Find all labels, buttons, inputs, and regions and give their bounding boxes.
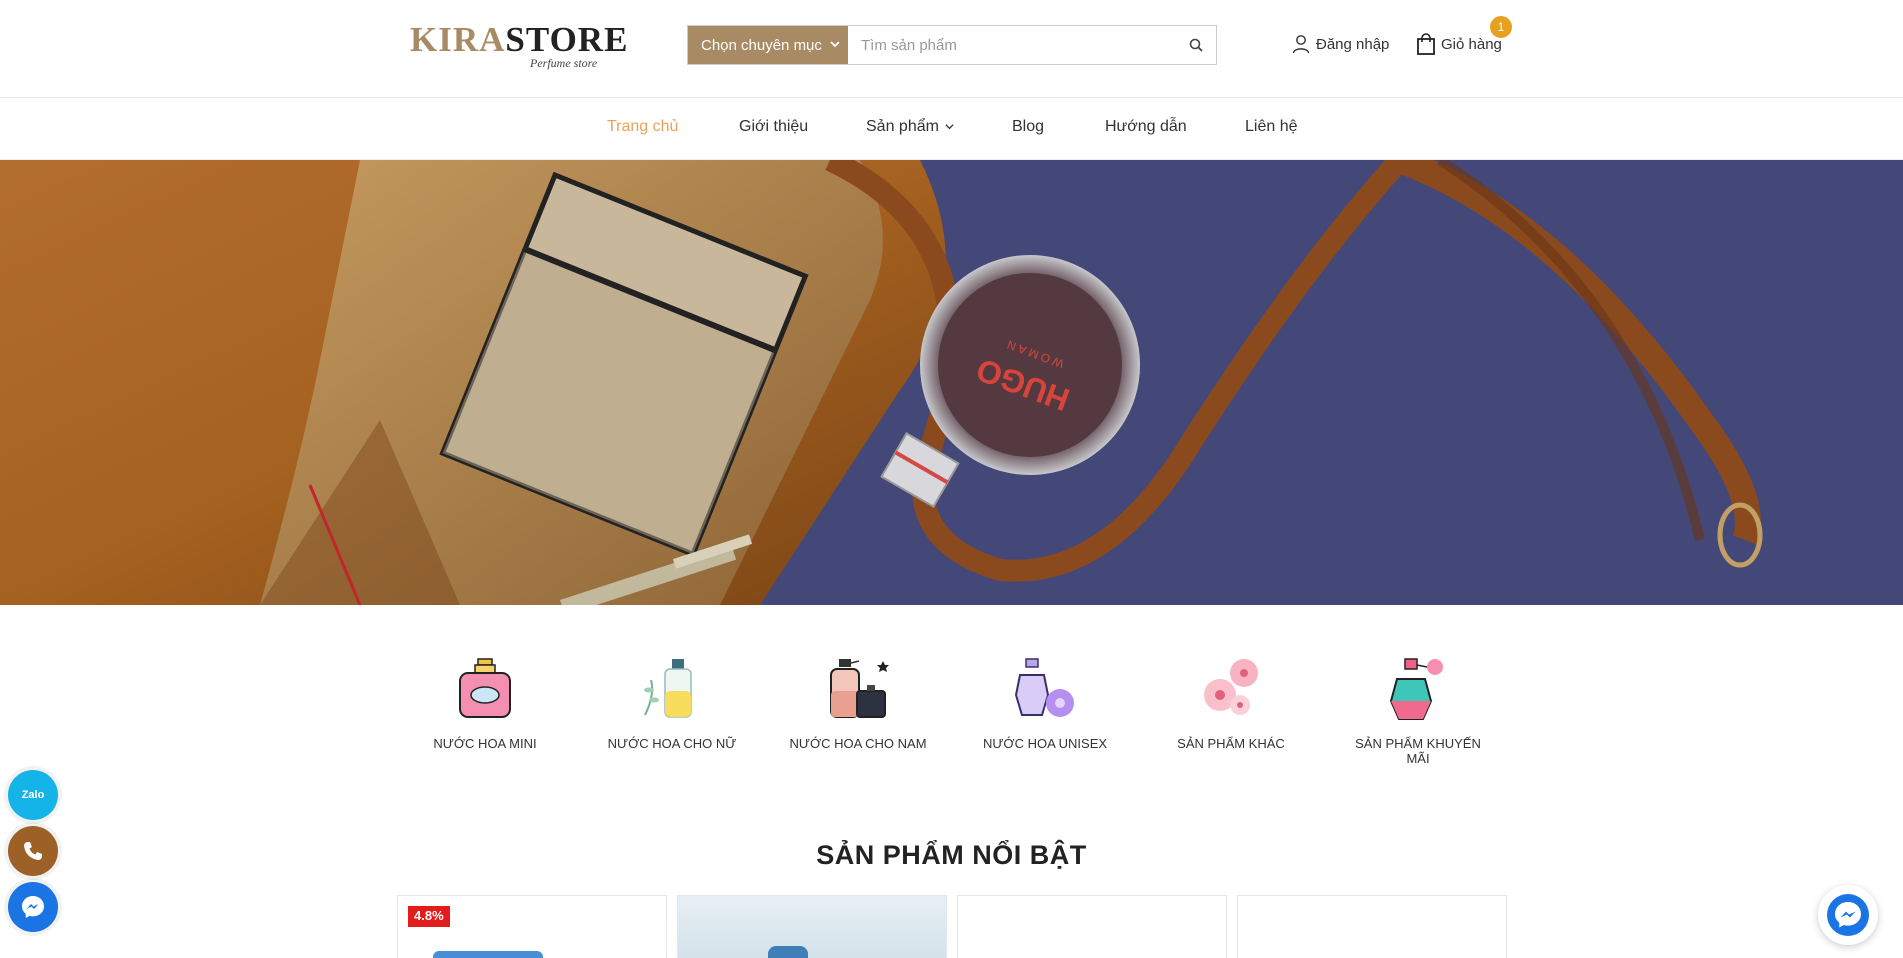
product-card[interactable]: 4.8% (397, 895, 667, 958)
search-input[interactable] (848, 26, 1176, 64)
login-label: Đăng nhập (1316, 35, 1390, 53)
shopping-bag-icon (1417, 33, 1435, 55)
chevron-down-icon (830, 41, 840, 48)
chat-widget-button[interactable] (1818, 885, 1878, 945)
search-icon (1189, 38, 1203, 52)
category-label: Sản phẩm khuyến mãi (1355, 736, 1481, 766)
search-button[interactable] (1176, 26, 1216, 64)
product-card[interactable] (957, 895, 1227, 958)
cart-count-badge: 1 (1490, 16, 1512, 38)
product-card[interactable] (1237, 895, 1507, 958)
phone-icon (24, 842, 42, 860)
category-label: Nước hoa unisex (982, 736, 1108, 751)
main-nav: Trang chủ Giới thiệu Sản phẩm Blog Hướng… (0, 100, 1903, 160)
category-unisex[interactable]: Nước hoa unisex (970, 655, 1120, 751)
category-label: Nước hoa cho nam (789, 736, 927, 751)
sale-badge: 4.8% (408, 906, 450, 927)
product-image-detail (768, 946, 808, 958)
nav-item-about[interactable]: Giới thiệu (739, 118, 808, 136)
login-link[interactable]: Đăng nhập (1291, 34, 1389, 54)
product-card[interactable] (677, 895, 947, 958)
featured-section-title: SẢN PHẨM NỔI BẬT (816, 840, 1087, 870)
nav-item-guide[interactable]: Hướng dẫn (1105, 118, 1187, 136)
user-icon (1292, 35, 1310, 54)
chevron-down-icon (945, 124, 954, 130)
cart-link[interactable]: Giỏ hàng (1416, 33, 1502, 55)
cart-label: Giỏ hàng (1441, 35, 1502, 53)
category-label: Nước hoa mini (433, 736, 537, 751)
category-select-label: Chọn chuyên mục (701, 36, 822, 54)
messenger-icon (22, 896, 44, 918)
category-women[interactable]: Nước hoa cho nữ (597, 655, 747, 751)
category-label: Nước hoa cho nữ (607, 736, 737, 751)
category-promo[interactable]: Sản phẩm khuyến mãi (1343, 655, 1493, 766)
zalo-label: Zalo (21, 789, 45, 801)
perfume-women-icon (644, 659, 692, 718)
category-men[interactable]: Nước hoa cho nam (783, 655, 933, 751)
messenger-button[interactable] (8, 882, 58, 932)
product-image (678, 896, 946, 958)
phone-button[interactable] (8, 826, 58, 876)
category-select[interactable]: Chọn chuyên mục (688, 26, 848, 64)
perfume-unisex-icon (1014, 658, 1074, 717)
store-logo[interactable]: KIRASTORE Perfume store (410, 20, 627, 74)
flowers-icon (1204, 659, 1258, 715)
hero-banner[interactable]: HUGO WOMAN (0, 160, 1903, 605)
category-other[interactable]: Sản phẩm khác (1156, 655, 1306, 751)
nav-item-blog[interactable]: Blog (1012, 118, 1044, 136)
hero-image: HUGO WOMAN (0, 160, 1903, 605)
site-header: KIRASTORE Perfume store Chọn chuyên mục … (0, 0, 1903, 98)
messenger-icon (1827, 894, 1869, 936)
perfume-promo-icon (1389, 658, 1443, 720)
nav-item-home[interactable]: Trang chủ (607, 118, 678, 136)
perfume-men-icon (830, 659, 889, 718)
nav-item-contact[interactable]: Liên hệ (1245, 118, 1298, 136)
logo-store-text: STORE (505, 20, 629, 59)
nav-item-products-label: Sản phẩm (866, 118, 939, 135)
logo-tagline: Perfume store (530, 56, 598, 70)
nav-item-products[interactable]: Sản phẩm (866, 118, 954, 136)
search-bar: Chọn chuyên mục (687, 25, 1217, 65)
zalo-button[interactable]: Zalo (8, 770, 58, 820)
product-image (433, 951, 543, 958)
perfume-mini-icon (459, 658, 511, 718)
category-label: Sản phẩm khác (1177, 736, 1285, 751)
category-mini[interactable]: Nước hoa mini (410, 655, 560, 751)
logo-kira-text: KIRA (410, 20, 506, 59)
